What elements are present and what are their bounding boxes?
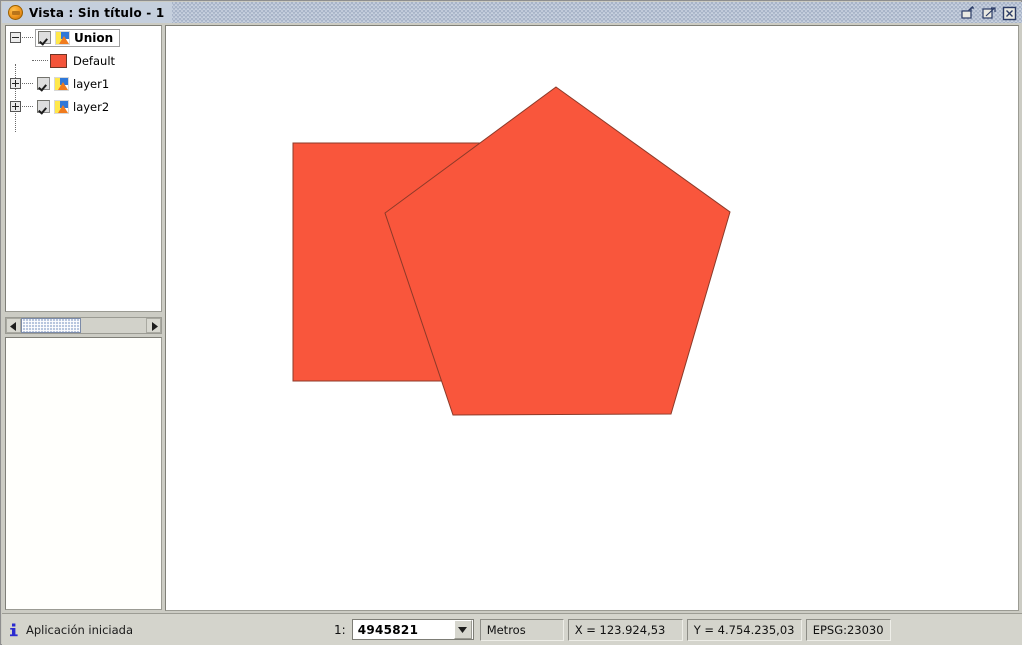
restore-button[interactable] xyxy=(959,5,976,21)
maximize-icon xyxy=(982,6,996,19)
cursor-y-cell: Y = 4.754.235,03 xyxy=(686,618,802,641)
layer-visibility-checkbox-layer2[interactable] xyxy=(37,100,50,113)
projection-cell: EPSG:23030 xyxy=(805,618,891,641)
map-units-cell: Metros xyxy=(479,618,564,641)
scrollbar-thumb[interactable] xyxy=(21,318,81,333)
cursor-x-cell: X = 123.924,53 xyxy=(567,618,683,641)
layer-visibility-checkbox-layer1[interactable] xyxy=(37,77,50,90)
tree-node-union[interactable]: Union xyxy=(6,26,161,49)
toc-dock: Union Default layer1 layer2 xyxy=(2,23,164,613)
expander-plus-icon[interactable] xyxy=(10,101,21,112)
gvsig-globe-icon xyxy=(8,5,23,20)
map-canvas-container[interactable] xyxy=(165,25,1019,611)
close-button[interactable] xyxy=(1001,5,1018,21)
scale-control-group: 1: 4945821 xyxy=(334,619,474,641)
layer-icon xyxy=(54,99,69,114)
tree-node-layer2[interactable]: layer2 xyxy=(6,95,161,118)
window-title: Vista : Sin título - 1 xyxy=(29,5,165,20)
tree-node-label: layer1 xyxy=(73,76,110,91)
layer-tree[interactable]: Union Default layer1 layer2 xyxy=(5,25,162,312)
scrollbar-track[interactable] xyxy=(21,318,146,333)
tree-connector-dots xyxy=(22,36,33,39)
expander-plus-icon[interactable] xyxy=(10,78,21,89)
info-icon xyxy=(8,623,20,637)
tree-connector-dots xyxy=(32,59,48,62)
tree-connector-dots xyxy=(22,82,33,85)
window-controls xyxy=(959,4,1018,21)
window-content: Union Default layer1 layer2 xyxy=(2,23,1022,613)
status-bar: Aplicación iniciada 1: 4945821 Metros X … xyxy=(2,613,1022,645)
tree-node-default-symbol[interactable]: Default xyxy=(6,49,161,72)
titlebar-label-group: Vista : Sin título - 1 xyxy=(2,2,173,23)
layer-tree-hscrollbar[interactable] xyxy=(5,317,162,334)
toc-properties-panel xyxy=(5,337,162,610)
view-window: Vista : Sin título - 1 Union Default lay… xyxy=(0,0,1022,645)
triangle-right-icon xyxy=(152,322,158,331)
chevron-down-icon xyxy=(458,626,468,633)
scale-label: 1: xyxy=(334,622,346,637)
close-icon xyxy=(1002,6,1017,20)
tree-connector-dots xyxy=(22,105,33,108)
symbol-color-swatch xyxy=(50,53,67,68)
restore-icon xyxy=(961,5,974,19)
triangle-left-icon xyxy=(10,322,16,331)
scroll-left-button[interactable] xyxy=(6,318,21,333)
layer-icon xyxy=(54,76,69,91)
tree-node-layer1[interactable]: layer1 xyxy=(6,72,161,95)
scroll-right-button[interactable] xyxy=(146,318,161,333)
tree-node-label: Union xyxy=(74,30,114,45)
layer-icon xyxy=(55,30,70,45)
scale-value[interactable]: 4945821 xyxy=(353,623,454,637)
map-canvas[interactable] xyxy=(166,26,1018,610)
status-message: Aplicación iniciada xyxy=(26,622,134,637)
scale-dropdown-button[interactable] xyxy=(453,620,472,639)
expander-minus-icon[interactable] xyxy=(10,32,21,43)
layer-visibility-checkbox-union[interactable] xyxy=(38,31,51,44)
tree-node-label: Default xyxy=(73,53,116,68)
window-titlebar[interactable]: Vista : Sin título - 1 xyxy=(2,2,1022,23)
scale-combobox[interactable]: 4945821 xyxy=(351,619,474,640)
tree-node-label: layer2 xyxy=(73,99,110,114)
maximize-button[interactable] xyxy=(980,5,997,21)
status-message-area: Aplicación iniciada xyxy=(6,619,326,641)
